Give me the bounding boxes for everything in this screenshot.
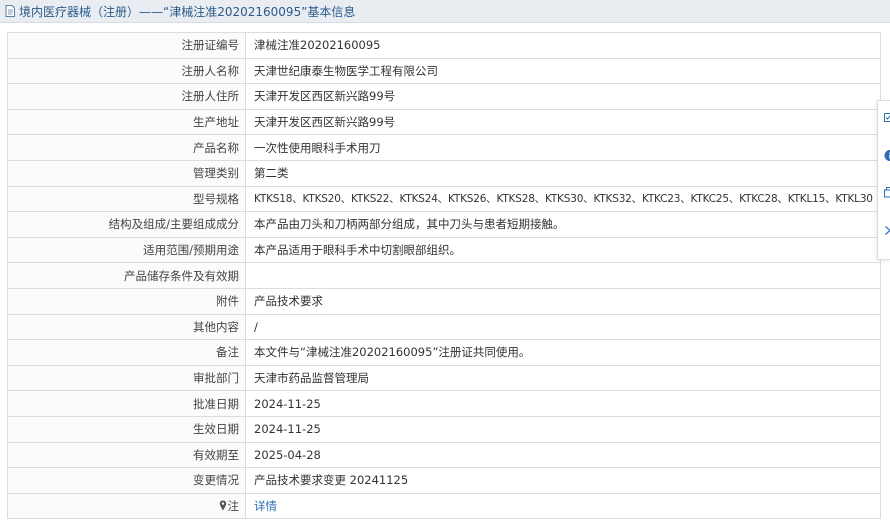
chevron-right-icon <box>885 226 890 235</box>
row-value: 产品技术要求变更 20241125 <box>245 467 881 494</box>
table-row: 生产地址 天津开发区西区新兴路99号 <box>7 108 881 136</box>
table-row: 产品名称 一次性使用眼科手术用刀 <box>7 134 881 161</box>
row-value: 天津世纪康泰生物医学工程有限公司 <box>245 57 881 85</box>
row-value: 产品技术要求 <box>245 287 881 315</box>
checkbox-icon <box>884 113 890 122</box>
collapse-button[interactable] <box>878 219 890 243</box>
copy-button[interactable] <box>878 181 890 205</box>
row-value: 天津市药品监督管理局 <box>245 364 881 392</box>
row-value: / <box>245 313 881 341</box>
row-label: 注 <box>227 498 240 513</box>
row-label: 注册证编号 <box>7 32 246 59</box>
row-value <box>245 262 881 289</box>
note-label-cell: 注 <box>7 492 246 520</box>
row-label: 批准日期 <box>7 390 246 417</box>
table-row: 适用范围/预期用途 本产品适用于眼科手术中切割眼部组织。 <box>7 236 881 264</box>
row-label: 注册人住所 <box>7 83 246 110</box>
row-label: 结构及组成/主要组成成分 <box>7 211 246 238</box>
table-row: 其他内容 / <box>7 313 881 341</box>
row-label: 产品储存条件及有效期 <box>7 262 246 289</box>
info-table: 注册证编号 津械注准20202160095 注册人名称 天津世纪康泰生物医学工程… <box>7 32 881 520</box>
row-label: 变更情况 <box>7 467 246 494</box>
row-value: 本文件与“津械注准20202160095”注册证共同使用。 <box>245 339 881 366</box>
info-button[interactable] <box>878 144 890 168</box>
table-row: 审批部门 天津市药品监督管理局 <box>7 364 881 392</box>
row-label: 生产地址 <box>7 108 246 136</box>
table-row: 注册人名称 天津世纪康泰生物医学工程有限公司 <box>7 57 881 85</box>
table-row: 变更情况 产品技术要求变更 20241125 <box>7 467 881 494</box>
row-value: 第二类 <box>245 159 881 187</box>
row-label: 产品名称 <box>7 134 246 161</box>
row-value: 一次性使用眼科手术用刀 <box>245 134 881 161</box>
row-label: 生效日期 <box>7 415 246 443</box>
row-value-cell: 详情 <box>245 492 881 520</box>
row-label: 型号规格 <box>7 185 246 213</box>
document-icon <box>5 5 15 17</box>
row-value: 本产品适用于眼科手术中切割眼部组织。 <box>245 236 881 264</box>
row-value: 2024-11-25 <box>245 390 881 417</box>
row-value: 2024-11-25 <box>245 415 881 443</box>
page-header: 境内医疗器械（注册）——“津械注准20202160095”基本信息 <box>0 0 890 23</box>
row-value: 2025-04-28 <box>245 441 881 469</box>
row-label: 其他内容 <box>7 313 246 341</box>
table-row: 产品储存条件及有效期 <box>7 262 881 289</box>
table-row: 注册证编号 津械注准20202160095 <box>7 32 881 59</box>
row-value: 本产品由刀头和刀柄两部分组成，其中刀头与患者短期接触。 <box>245 211 881 238</box>
row-label: 适用范围/预期用途 <box>7 236 246 264</box>
row-value: 津械注准20202160095 <box>245 32 881 59</box>
table-row: 备注 本文件与“津械注准20202160095”注册证共同使用。 <box>7 339 881 366</box>
pin-icon <box>219 500 226 511</box>
table-row: 注册人住所 天津开发区西区新兴路99号 <box>7 83 881 110</box>
table-row: 附件 产品技术要求 <box>7 287 881 315</box>
checkbox-button[interactable] <box>878 106 890 130</box>
table-row: 生效日期 2024-11-25 <box>7 415 881 443</box>
details-link[interactable]: 详情 <box>254 499 277 513</box>
table-row: 结构及组成/主要组成成分 本产品由刀头和刀柄两部分组成，其中刀头与患者短期接触。 <box>7 211 881 238</box>
page-title: 境内医疗器械（注册）——“津械注准20202160095”基本信息 <box>19 4 356 19</box>
table-row: 有效期至 2025-04-28 <box>7 441 881 469</box>
table-row: 批准日期 2024-11-25 <box>7 390 881 417</box>
row-label: 注册人名称 <box>7 57 246 85</box>
row-label: 管理类别 <box>7 159 246 187</box>
table-row: 型号规格 KTKS18、KTKS20、KTKS22、KTKS24、KTKS26、… <box>7 185 881 213</box>
table-row: 注 详情 <box>7 492 881 520</box>
row-label: 审批部门 <box>7 364 246 392</box>
row-value: KTKS18、KTKS20、KTKS22、KTKS24、KTKS26、KTKS2… <box>245 185 881 213</box>
row-label: 备注 <box>7 339 246 366</box>
row-label: 附件 <box>7 287 246 315</box>
row-value: 天津开发区西区新兴路99号 <box>245 83 881 110</box>
copy-icon <box>884 187 890 198</box>
info-icon <box>884 150 890 161</box>
table-row: 管理类别 第二类 <box>7 159 881 187</box>
side-toolbar <box>877 100 890 260</box>
row-value: 天津开发区西区新兴路99号 <box>245 108 881 136</box>
row-label: 有效期至 <box>7 441 246 469</box>
